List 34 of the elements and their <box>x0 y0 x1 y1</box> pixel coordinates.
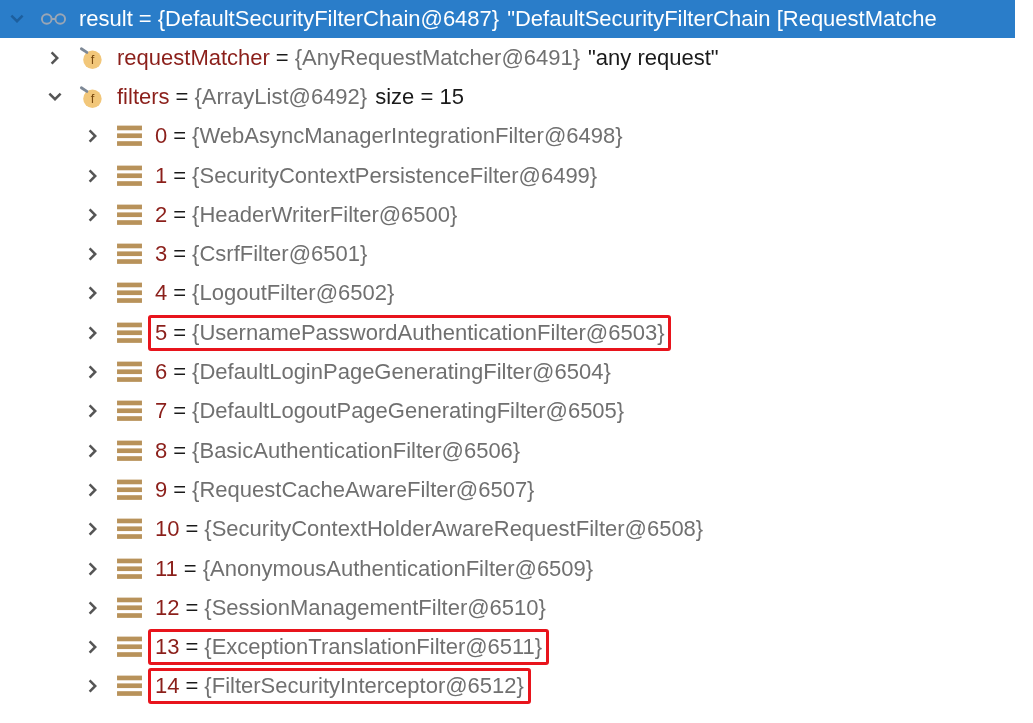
variable-label: requestMatcher = {AnyRequestMatcher@6491} "any request" <box>116 43 720 72</box>
list-icon <box>116 635 143 660</box>
list-icon <box>116 674 143 699</box>
variable-label: 5 = {UsernamePasswordAuthenticationFilter@6503} <box>148 314 672 351</box>
list-icon <box>116 477 143 502</box>
list-icon <box>116 281 143 306</box>
list-icon <box>116 163 143 188</box>
variable-label: 4 = {LogoutFilter@6502} <box>154 279 396 308</box>
selected-row[interactable]: result = {DefaultSecurityFilterChain@6487} "DefaultSecurityFilterChain [RequestMatche <box>0 0 1015 38</box>
variable-label: filters = {ArrayList@6492} size = 15 <box>116 82 465 111</box>
variable-label: result = {DefaultSecurityFilterChain@6487} "DefaultSecurityFilterChain [RequestMatche <box>78 5 938 33</box>
list-icon <box>116 124 143 149</box>
variable-label: 11 = {AnonymousAuthenticationFilter@6509} <box>154 554 595 583</box>
variable-label: 7 = {DefaultLogoutPageGeneratingFilter@6505} <box>154 397 626 426</box>
variable-label: 9 = {RequestCacheAwareFilter@6507} <box>154 475 536 504</box>
list-icon <box>116 360 143 384</box>
list-icon <box>116 438 143 463</box>
list-icon <box>116 517 143 542</box>
list-icon <box>116 399 143 424</box>
list-icon <box>116 242 143 267</box>
list-icon <box>116 595 143 620</box>
variable-label: 12 = {SessionManagementFilter@6510} <box>154 593 547 622</box>
list-icon <box>116 202 143 227</box>
variable-label: 10 = {SecurityContextHolderAwareRequestFilter@6508} <box>154 515 705 544</box>
variable-label: 1 = {SecurityContextPersistenceFilter@6499} <box>154 161 599 190</box>
variable-label: 14 = {FilterSecurityInterceptor@6512} <box>148 668 531 705</box>
variable-label: 6 = {DefaultLoginPageGeneratingFilter@6504} <box>154 358 612 386</box>
list-icon <box>116 320 143 345</box>
variable-label: 2 = {HeaderWriterFilter@6500} <box>154 200 459 229</box>
variable-label: 13 = {ExceptionTranslationFilter@6511} <box>148 629 550 666</box>
list-icon <box>116 556 143 581</box>
variable-label: 0 = {WebAsyncManagerIntegrationFilter@6498} <box>154 122 624 151</box>
variable-label: 3 = {CsrfFilter@6501} <box>154 240 369 269</box>
variable-label: 8 = {BasicAuthenticationFilter@6506} <box>154 436 522 465</box>
